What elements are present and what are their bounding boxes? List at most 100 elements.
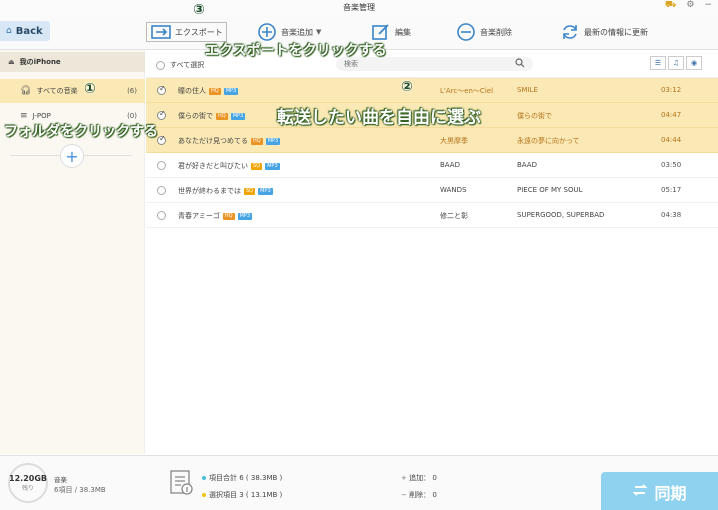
refresh-icon [559,22,581,42]
edit-label: 編集 [395,27,411,37]
table-row[interactable]: 君が好きだと叫びたい SQ MP3 BAAD BAAD 03:50 [146,153,718,178]
add-folder-button[interactable]: + [60,144,84,168]
song-album: 永遠の夢に向かって [517,137,580,145]
quality-badge: MP3 [223,87,239,95]
back-label: Back [15,25,43,37]
refresh-button[interactable]: 最新の情報に更新 [559,22,648,42]
row-checkbox[interactable] [157,86,166,95]
song-duration: 04:44 [661,136,682,144]
song-album: SMILE [517,86,538,94]
folder-count: (6) [127,87,137,95]
folder-label: すべての音楽 [36,87,78,95]
quality-badge: MP3 [265,162,280,170]
song-list: 瞳の住人HQMP3L'Arc～en～CielSMILE03:12僕らの街でHQM… [146,78,718,228]
title-bar: 音楽管理 ⛟ ⚙ − [0,0,718,14]
info-document-icon [170,470,194,498]
row-checkbox[interactable] [157,186,166,195]
row-checkbox[interactable] [157,211,166,220]
row-checkbox[interactable] [157,111,166,120]
song-title-text: 瞳の住人 [178,87,206,95]
add-music-button[interactable]: 音楽追加 ▼ [256,22,321,42]
sync-label: 同期 [654,483,687,503]
edit-icon [370,22,392,42]
song-title: 君が好きだと叫びたい SQ MP3 [178,161,280,171]
back-button[interactable]: ⌂ Back [0,21,50,41]
checkbox-icon [156,60,165,70]
window-title: 音楽管理 [343,3,375,12]
folder-all-music[interactable]: 🎧︎ すべての音楽 (6) [0,79,145,103]
eject-icon: ⏏ [8,58,15,66]
song-artist: WANDS [440,186,467,194]
quality-badge: HQ [209,87,221,95]
add-circle-icon [256,22,278,42]
row-checkbox[interactable] [157,161,166,170]
export-hint: エクスポートをクリックする [205,43,387,59]
deleted-count: − 削除： 0 [401,490,437,500]
table-row[interactable]: 青春アミーゴ HQ MP3 修二と彰 SUPERGOOD, SUPERBAD 04:38 [146,203,718,228]
quality-badge: MP3 [230,112,246,120]
quality-badge: SQ [251,162,263,170]
refresh-label: 最新の情報に更新 [584,27,648,37]
folder-label: J-POP [32,112,51,120]
plus-icon: + [65,146,79,166]
device-row[interactable]: ⏏ 我のiPhone [0,52,145,72]
song-duration: 03:50 [661,161,682,169]
select-all-label: すべて選択 [170,61,205,69]
quality-badge: MP3 [237,212,253,220]
status-bar: 12.20GB 残り 音楽 6項目 / 38.3MB 項目合計 6 ( 38.3… [0,455,718,510]
quality-badge: MP3 [258,187,273,195]
sync-button[interactable]: 同期 [601,472,718,510]
quality-badge: HQ [222,212,235,220]
quality-badge: SQ [244,187,256,195]
total-items-text: 項目合計 6 ( 38.3MB ) [209,474,283,482]
quality-badge: MP3 [265,137,281,145]
export-label: エクスポート [175,27,223,37]
step-2-marker: ② [401,79,413,95]
song-artist: 修二と彰 [440,212,468,220]
export-icon [150,22,172,42]
quality-badge: HQ [251,137,263,145]
delete-music-button[interactable]: 音楽削除 [455,22,512,42]
selected-items: 選択項目 3 ( 13.1MB ) [202,490,282,500]
step-1-marker: ① [84,81,96,97]
headphones-icon: 🎧︎ [20,86,32,96]
song-title-text: 君が好きだと叫びたい [178,162,248,170]
home-icon: ⌂ [6,26,12,36]
settings-icon[interactable]: ⚙ [686,0,694,11]
list-view-icon[interactable]: ☰ [650,56,666,70]
song-duration: 03:12 [661,86,682,94]
total-items: 項目合計 6 ( 38.3MB ) [202,473,282,483]
folder-count: (0) [127,112,137,120]
minimize-icon[interactable]: − [704,0,712,11]
table-row[interactable]: 瞳の住人HQMP3 L'Arc～en～Ciel SMILE 03:12 [146,78,718,103]
minus-icon: − [401,491,410,499]
export-button[interactable]: エクスポート [146,22,227,42]
total-dot [202,476,206,480]
edit-button[interactable]: 編集 [370,22,411,42]
table-row[interactable]: 世界が終わるまでは SQ MP3 WANDS PIECE OF MY SOUL 05:17 [146,178,718,203]
artist-view-icon[interactable]: ♫ [668,56,684,70]
select-all-checkbox[interactable]: すべて選択 [156,60,204,70]
selected-dot [202,493,206,497]
remove-circle-icon [455,22,477,42]
sync-icon [632,482,648,502]
playlist-icon: ≡ [20,111,28,121]
storage-free: 12.20GB [9,474,47,483]
folder-hint: フォルダをクリックする [4,124,158,140]
added-text: 追加： 0 [409,474,437,482]
album-view-icon[interactable]: ◉ [686,56,702,70]
song-title-text: 僕らの街で [178,112,213,120]
storage-ring: 12.20GB 残り [8,463,48,503]
cart-icon[interactable]: ⛟ [665,0,676,11]
search-icon[interactable] [515,58,525,70]
song-album: 僕らの街で [517,112,552,120]
row-checkbox[interactable] [157,136,166,145]
song-artist: BAAD [440,161,460,169]
view-buttons: ☰ ♫ ◉ [650,56,702,70]
table-row[interactable]: あなただけ見つめてるHQMP3 大黒摩季 永遠の夢に向かって 04:44 [146,128,718,153]
song-artist: L'Arc～en～Ciel [440,87,494,95]
plus-icon: + [401,474,410,482]
deleted-text: 削除： 0 [409,491,437,499]
step-3-marker: ③ [193,2,205,18]
song-title: 世界が終わるまでは SQ MP3 [178,186,273,196]
